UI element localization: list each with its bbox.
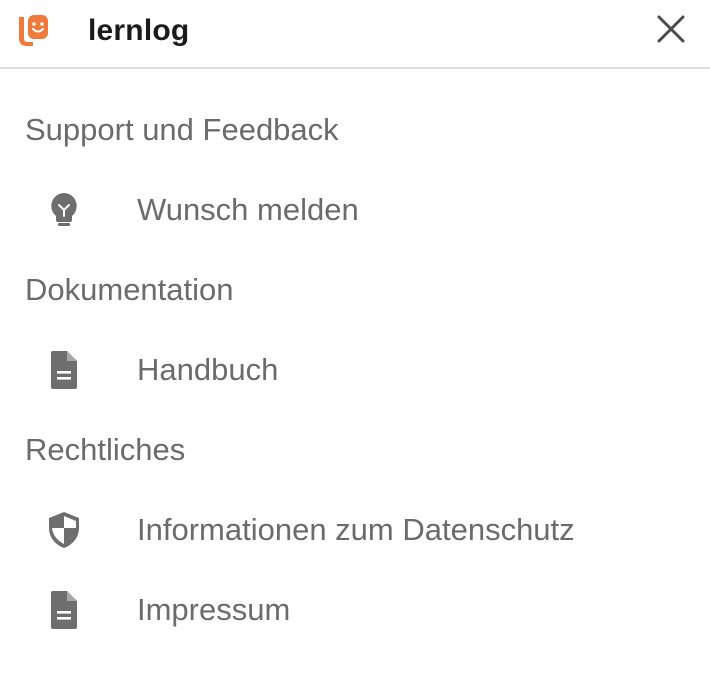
section-title-support: Support und Feedback — [25, 112, 339, 147]
close-icon[interactable] — [654, 12, 688, 46]
app-name: lernlog — [88, 14, 190, 47]
menu-item-impressum[interactable]: Impressum — [0, 575, 710, 645]
menu-item-label: Informationen zum Datenschutz — [137, 512, 575, 547]
header: lernlog — [0, 0, 710, 69]
menu-item-datenschutz[interactable]: Informationen zum Datenschutz — [0, 495, 710, 565]
menu-item-label: Impressum — [137, 592, 291, 627]
section-title-rechtliches: Rechtliches — [25, 432, 186, 467]
menu-panel: lernlog Support und Feedback Wunsch meld… — [0, 0, 710, 700]
shield-icon — [44, 510, 84, 550]
menu-item-wunsch-melden[interactable]: Wunsch melden — [0, 175, 710, 245]
lightbulb-icon — [44, 190, 84, 230]
lernlog-logo-icon — [19, 15, 48, 46]
menu-item-handbuch[interactable]: Handbuch — [0, 335, 710, 405]
document-icon — [44, 350, 84, 390]
section-title-dokumentation: Dokumentation — [25, 272, 234, 307]
menu-item-label: Handbuch — [137, 352, 279, 387]
menu-item-label: Wunsch melden — [137, 192, 359, 227]
document-icon — [44, 590, 84, 630]
